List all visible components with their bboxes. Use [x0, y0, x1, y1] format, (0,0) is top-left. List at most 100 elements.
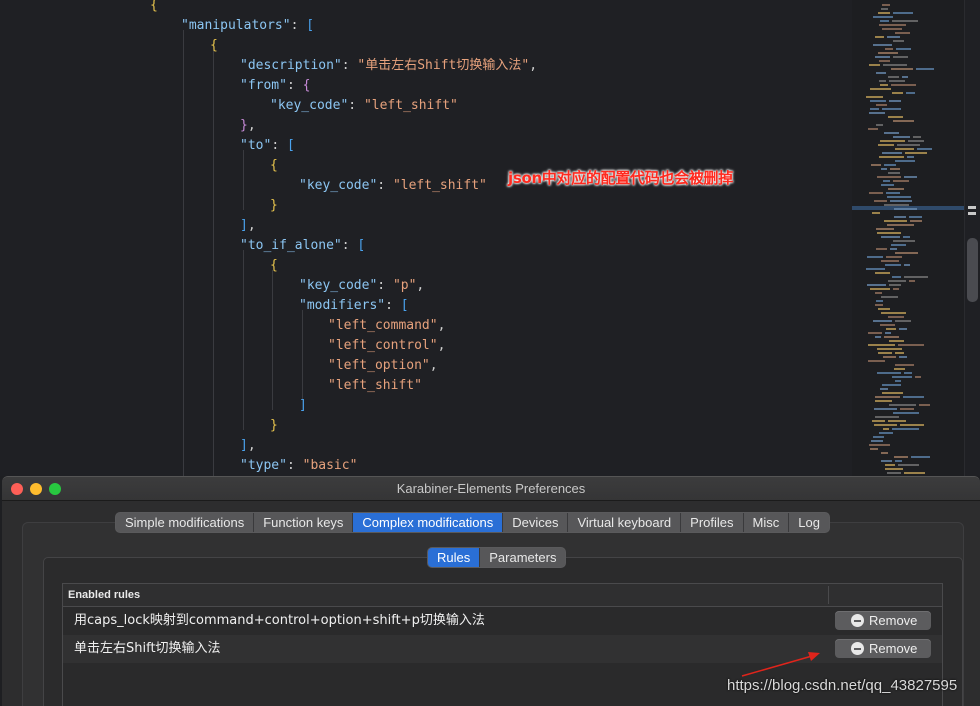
code-token: "to_if_alone" — [240, 238, 342, 253]
indent-guide — [243, 150, 244, 210]
minimap-line — [902, 76, 908, 78]
code-token: ] — [240, 218, 248, 233]
rule-label: 单击左右Shift切换输入法 — [74, 641, 221, 656]
code-token: "basic" — [302, 458, 358, 473]
code-line[interactable]: "manipulators": [ — [181, 16, 314, 36]
watermark: https://blog.csdn.net/qq_43827595 — [727, 677, 958, 694]
minimap-line — [886, 192, 900, 194]
tab-function-keys[interactable]: Function keys — [253, 513, 352, 532]
tab-log[interactable]: Log — [788, 513, 829, 532]
minimap-line — [892, 92, 903, 94]
code-line[interactable]: "left_control", — [328, 336, 445, 356]
tab-misc[interactable]: Misc — [742, 513, 789, 532]
code-line[interactable]: "key_code": "left_shift" — [270, 96, 458, 116]
code-line[interactable]: "left_option", — [328, 356, 438, 376]
minimap-line — [870, 100, 886, 102]
minimap-line — [882, 108, 901, 110]
minimap-line — [869, 64, 880, 66]
code-token: "p" — [392, 278, 417, 293]
table-row[interactable]: 单击左右Shift切换输入法 Remove — [63, 635, 942, 663]
minimap-line — [870, 88, 891, 90]
minimap-line — [884, 220, 907, 222]
minimap[interactable] — [852, 0, 964, 476]
code-line[interactable]: "left_shift" — [328, 376, 422, 396]
minimap-line — [872, 420, 885, 422]
code-line[interactable]: "left_command", — [328, 316, 445, 336]
code-line[interactable]: "key_code": "p", — [299, 276, 424, 296]
minimap-line — [891, 84, 916, 86]
minimap-line — [904, 372, 912, 374]
minimap-line — [899, 328, 907, 330]
minimap-line — [882, 28, 902, 30]
code-line[interactable]: ], — [240, 436, 256, 456]
minimap-line — [873, 320, 892, 322]
minimap-line — [881, 236, 900, 238]
code-line[interactable]: { — [270, 256, 278, 276]
minimap-line — [888, 116, 903, 118]
minimap-line — [879, 156, 904, 158]
minimap-line — [870, 108, 879, 110]
minimap-line — [889, 80, 905, 82]
code-token: , — [429, 358, 438, 373]
code-token: "left_shift" — [392, 178, 487, 193]
code-line[interactable]: { — [210, 36, 218, 56]
subtab-rules[interactable]: Rules — [428, 548, 480, 567]
code-token: "key_code" — [299, 278, 378, 293]
code-line[interactable]: { — [150, 0, 158, 16]
minimap-line — [885, 264, 901, 266]
tab-virtual-keyboard[interactable]: Virtual keyboard — [567, 513, 680, 532]
window-title: Karabiner-Elements Preferences — [396, 481, 586, 496]
minimap-line — [877, 348, 902, 350]
table-row[interactable]: 用caps_lock映射到command+control+option+shif… — [63, 607, 942, 635]
tab-devices[interactable]: Devices — [502, 513, 567, 532]
minimap-line — [893, 180, 909, 182]
code-line[interactable]: "key_code": "left_shift" — [299, 176, 487, 196]
indent-guide — [302, 310, 303, 400]
subtab-parameters[interactable]: Parameters — [479, 548, 565, 567]
minimap-line — [883, 356, 896, 358]
minimap-line — [879, 80, 886, 82]
remove-button[interactable]: Remove — [835, 639, 931, 658]
code-line[interactable]: ], — [240, 216, 256, 236]
code-line[interactable]: "modifiers": [ — [299, 296, 409, 316]
code-line[interactable]: "to": [ — [240, 136, 295, 156]
code-token: "manipulators" — [181, 18, 291, 33]
minimap-line — [917, 148, 932, 150]
code-line[interactable]: } — [270, 196, 278, 216]
code-line[interactable]: "to_if_alone": [ — [240, 236, 365, 256]
minimap-line — [879, 60, 890, 62]
minimap-line — [877, 176, 901, 178]
code-token: ] — [240, 438, 248, 453]
code-token: "left_control" — [328, 338, 438, 353]
minimap-line — [872, 212, 880, 214]
code-area[interactable]: {"manipulators": [{"description": "单击左右S… — [0, 0, 850, 476]
minimap-line — [881, 8, 888, 10]
indent-guide — [183, 30, 184, 476]
tab-simple-modifications[interactable]: Simple modifications — [116, 513, 253, 532]
minimap-line — [893, 288, 899, 290]
code-line[interactable]: { — [270, 156, 278, 176]
editor-scrollbar[interactable] — [964, 0, 980, 476]
code-token: "left_shift" — [363, 98, 458, 113]
minimap-line — [913, 136, 921, 138]
minimap-line — [882, 4, 890, 6]
minimap-line — [878, 144, 894, 146]
code-line[interactable]: ] — [299, 396, 307, 416]
code-editor[interactable]: {"manipulators": [{"description": "单击左右S… — [0, 0, 980, 476]
code-line[interactable]: } — [270, 416, 278, 436]
code-line[interactable]: "type": "basic" — [240, 456, 357, 476]
tab-profiles[interactable]: Profiles — [680, 513, 742, 532]
minimap-line — [889, 404, 916, 406]
minimap-line — [895, 148, 914, 150]
minimap-line — [899, 356, 907, 358]
remove-button[interactable]: Remove — [835, 611, 931, 630]
code-token: , — [416, 278, 425, 293]
sub-tab-bar: Rules Parameters — [427, 547, 567, 568]
tab-complex-modifications[interactable]: Complex modifications — [352, 513, 503, 532]
code-line[interactable]: }, — [240, 116, 256, 136]
minimap-line — [887, 196, 911, 198]
scrollbar-thumb[interactable] — [967, 238, 978, 302]
minimap-line — [887, 472, 901, 474]
code-line[interactable]: "from": { — [240, 76, 310, 96]
code-line[interactable]: "description": "单击左右Shift切换输入法", — [240, 56, 537, 76]
